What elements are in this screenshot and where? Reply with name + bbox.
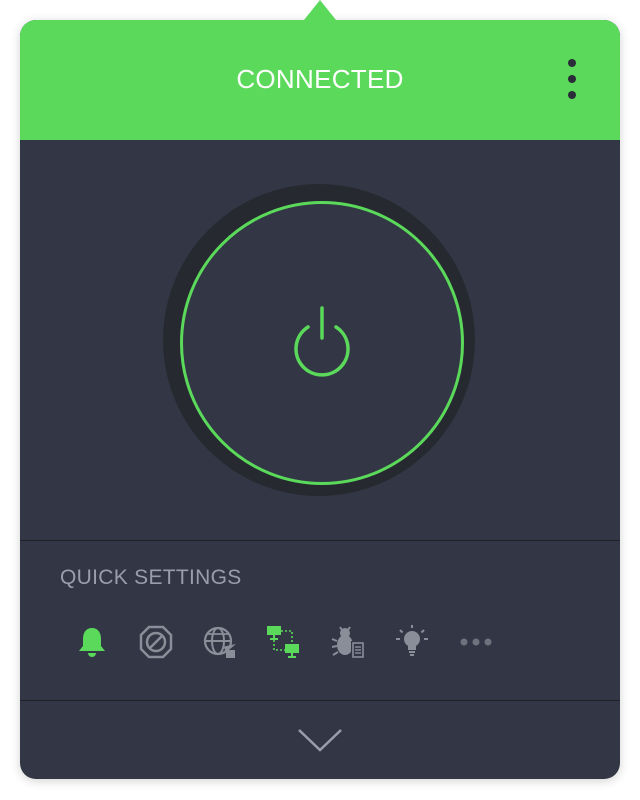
- quick-settings-title: QUICK SETTINGS: [60, 566, 242, 589]
- vpn-panel: CONNECTED QUICK SETTINGS: [20, 20, 620, 779]
- status-header: CONNECTED: [20, 20, 620, 140]
- connection-status: CONNECTED: [236, 64, 404, 94]
- power-icon: [294, 306, 350, 377]
- block-icon[interactable]: [138, 624, 174, 660]
- bug-log-icon[interactable]: [330, 624, 366, 660]
- more-vertical-icon[interactable]: [556, 56, 588, 104]
- lightbulb-icon[interactable]: [394, 624, 430, 660]
- popup-caret: [304, 0, 336, 20]
- network-icon[interactable]: [266, 624, 302, 660]
- footer-divider: [20, 700, 620, 701]
- section-divider: [20, 540, 620, 541]
- globe-arrow-icon[interactable]: [202, 624, 238, 660]
- more-horizontal-icon[interactable]: [458, 624, 494, 660]
- power-button[interactable]: [180, 201, 464, 485]
- chevron-down-icon[interactable]: [296, 722, 344, 756]
- bell-icon[interactable]: [74, 624, 110, 660]
